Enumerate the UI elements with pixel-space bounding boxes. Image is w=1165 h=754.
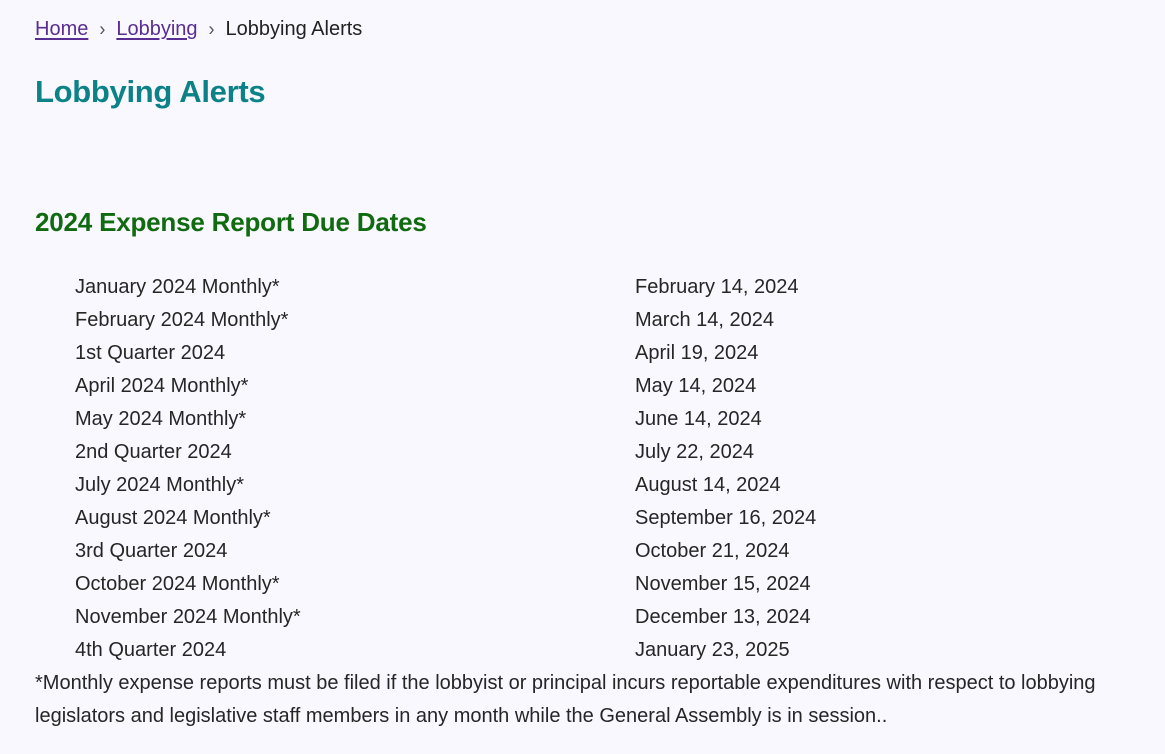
- table-row: August 2024 Monthly* September 16, 2024: [75, 502, 816, 535]
- chevron-right-icon: ›: [208, 17, 215, 40]
- report-period: November 2024 Monthly*: [75, 606, 301, 628]
- breadcrumb-lobbying-link[interactable]: Lobbying: [116, 18, 197, 41]
- due-date: February 14, 2024: [635, 276, 799, 298]
- table-row: July 2024 Monthly* August 14, 2024: [75, 469, 816, 502]
- table-row: May 2024 Monthly* June 14, 2024: [75, 403, 816, 436]
- due-date: October 21, 2024: [635, 540, 790, 562]
- due-date: June 14, 2024: [635, 408, 762, 430]
- breadcrumb-home-link[interactable]: Home: [35, 18, 88, 41]
- breadcrumb-current: Lobbying Alerts: [225, 18, 363, 40]
- due-date: May 14, 2024: [635, 375, 757, 397]
- report-period: July 2024 Monthly*: [75, 474, 244, 496]
- table-row: October 2024 Monthly* November 15, 2024: [75, 568, 816, 601]
- report-period: August 2024 Monthly*: [75, 507, 271, 529]
- table-row: November 2024 Monthly* December 13, 2024: [75, 601, 816, 634]
- section-title: 2024 Expense Report Due Dates: [35, 207, 427, 237]
- table-row: April 2024 Monthly* May 14, 2024: [75, 370, 816, 403]
- report-period: 1st Quarter 2024: [75, 342, 226, 364]
- report-period: 3rd Quarter 2024: [75, 540, 228, 562]
- report-period: April 2024 Monthly*: [75, 375, 249, 397]
- due-dates-table: January 2024 Monthly* February 14, 2024 …: [75, 271, 816, 667]
- breadcrumb: Home › Lobbying › Lobbying Alerts: [35, 18, 362, 41]
- due-date: March 14, 2024: [635, 309, 774, 331]
- table-row: January 2024 Monthly* February 14, 2024: [75, 271, 816, 304]
- page-title: Lobbying Alerts: [35, 74, 266, 109]
- due-date: September 16, 2024: [635, 507, 817, 529]
- table-row: 1st Quarter 2024 April 19, 2024: [75, 337, 816, 370]
- report-period: October 2024 Monthly*: [75, 573, 280, 595]
- due-date: July 22, 2024: [635, 441, 754, 463]
- table-row: 3rd Quarter 2024 October 21, 2024: [75, 535, 816, 568]
- chevron-right-icon: ›: [99, 17, 106, 40]
- footnote: *Monthly expense reports must be filed i…: [35, 672, 1096, 727]
- report-period: 4th Quarter 2024: [75, 639, 227, 661]
- due-date: January 23, 2025: [635, 639, 790, 661]
- due-date: April 19, 2024: [635, 342, 759, 364]
- report-period: February 2024 Monthly*: [75, 309, 289, 331]
- table-row: 2nd Quarter 2024 July 22, 2024: [75, 436, 816, 469]
- table-row: February 2024 Monthly* March 14, 2024: [75, 304, 816, 337]
- due-date: December 13, 2024: [635, 606, 811, 628]
- report-period: May 2024 Monthly*: [75, 408, 247, 430]
- report-period: January 2024 Monthly*: [75, 276, 280, 298]
- due-date: November 15, 2024: [635, 573, 811, 595]
- table-row: 4th Quarter 2024 January 23, 2025: [75, 634, 816, 667]
- due-date: August 14, 2024: [635, 474, 781, 496]
- report-period: 2nd Quarter 2024: [75, 441, 232, 463]
